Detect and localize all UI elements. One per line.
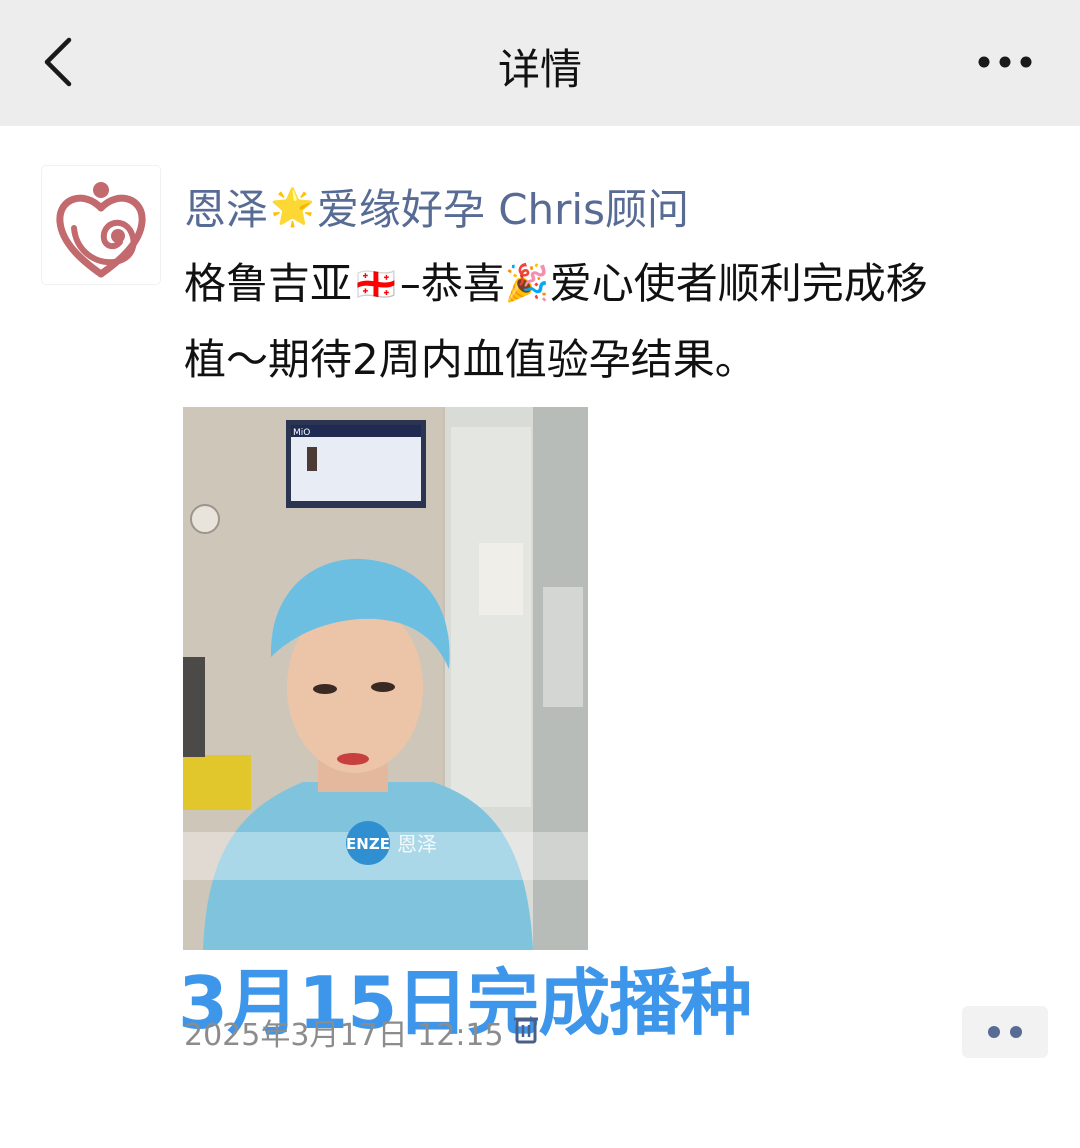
text-segment: –恭喜 bbox=[399, 259, 505, 308]
enze-logo-icon bbox=[56, 182, 146, 278]
more-options-button[interactable] bbox=[970, 40, 1040, 84]
post-body-text: 格鲁吉亚 🇬🇪 –恭喜 🎉 爱心使者顺利完成移 植～期待2周内血值验孕结果。 bbox=[184, 246, 1034, 398]
text-segment: 植～期待2周内血值验孕结果。 bbox=[184, 335, 757, 384]
post-text-line-1: 格鲁吉亚 🇬🇪 –恭喜 🎉 爱心使者顺利完成移 bbox=[184, 246, 1034, 322]
post-timestamp: 2025年3月17日 12:15 bbox=[184, 1018, 504, 1053]
author-name-part2: 爱缘好孕 Chris顾问 bbox=[316, 185, 689, 234]
text-segment: 格鲁吉亚 bbox=[184, 259, 353, 308]
author-name-link[interactable]: 恩泽 🌟 爱缘好孕 Chris顾问 bbox=[184, 176, 689, 237]
watermark-logo: ENZE bbox=[346, 835, 390, 853]
post-photo[interactable]: ENZE 恩泽 MiO bbox=[183, 407, 588, 950]
monitor-text: MiO bbox=[293, 428, 310, 438]
post-text-line-2: 植～期待2周内血值验孕结果。 bbox=[184, 322, 1034, 398]
star-emoji: 🌟 bbox=[270, 186, 315, 228]
georgia-flag-emoji: 🇬🇪 bbox=[356, 265, 396, 303]
watermark-text: 恩泽 bbox=[397, 832, 437, 856]
comment-more-icon bbox=[988, 1026, 1022, 1038]
delete-button[interactable] bbox=[512, 1014, 540, 1044]
comment-like-button[interactable] bbox=[962, 1006, 1048, 1058]
more-horizontal-icon bbox=[978, 56, 1032, 68]
page-title: 详情 bbox=[497, 45, 582, 94]
party-popper-emoji: 🎉 bbox=[504, 263, 550, 304]
trash-icon bbox=[514, 1017, 538, 1044]
top-navigation-bar: 详情 bbox=[0, 0, 1080, 126]
text-segment: 爱心使者顺利完成移 bbox=[549, 259, 928, 308]
author-name-part1: 恩泽 bbox=[184, 185, 269, 234]
author-avatar[interactable] bbox=[42, 166, 160, 284]
photo-illustration: ENZE 恩泽 MiO bbox=[183, 407, 588, 950]
